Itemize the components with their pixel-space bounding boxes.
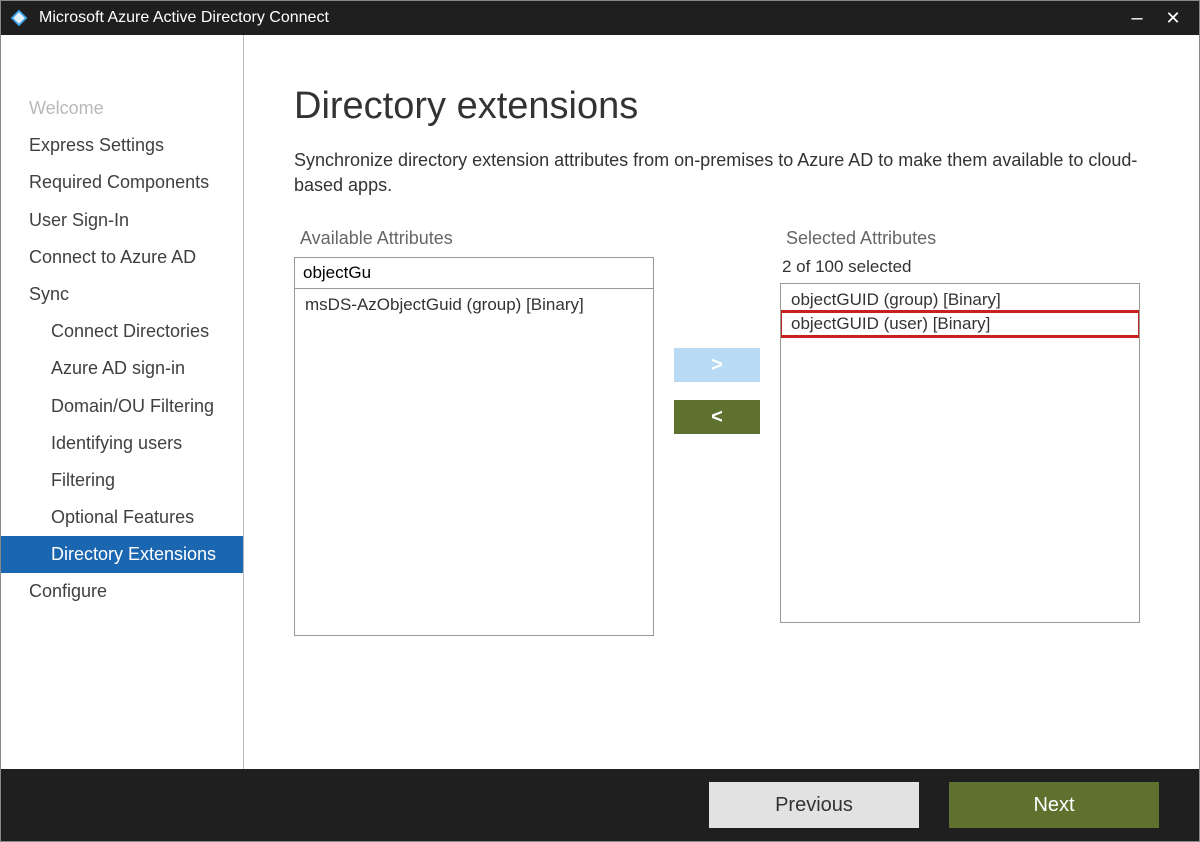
window-title: Microsoft Azure Active Directory Connect [39, 9, 329, 27]
nav-filtering[interactable]: Filtering [1, 462, 243, 499]
nav-welcome[interactable]: Welcome [1, 90, 243, 127]
nav-express-settings[interactable]: Express Settings [1, 127, 243, 164]
nav-configure[interactable]: Configure [1, 573, 243, 610]
attribute-columns: Available Attributes msDS-AzObjectGuid (… [294, 228, 1144, 636]
nav-azure-ad-sign-in[interactable]: Azure AD sign-in [1, 350, 243, 387]
previous-button[interactable]: Previous [709, 782, 919, 828]
next-button[interactable]: Next [949, 782, 1159, 828]
azure-icon [9, 8, 29, 28]
available-column: Available Attributes msDS-AzObjectGuid (… [294, 228, 654, 636]
selected-label: Selected Attributes [780, 228, 1140, 249]
selected-column: Selected Attributes 2 of 100 selected ob… [780, 228, 1140, 623]
close-button[interactable]: ✕ [1155, 1, 1191, 35]
available-item[interactable]: msDS-AzObjectGuid (group) [Binary] [295, 293, 653, 317]
nav-required-components[interactable]: Required Components [1, 164, 243, 201]
add-button[interactable]: > [674, 348, 760, 382]
selected-item[interactable]: objectGUID (group) [Binary] [781, 288, 1139, 312]
nav-domain-ou-filtering[interactable]: Domain/OU Filtering [1, 388, 243, 425]
minimize-button[interactable]: – [1119, 1, 1155, 35]
selected-count: 2 of 100 selected [780, 257, 1140, 277]
sidebar: Welcome Express Settings Required Compon… [1, 35, 244, 769]
nav-optional-features[interactable]: Optional Features [1, 499, 243, 536]
available-listbox[interactable]: msDS-AzObjectGuid (group) [Binary] [294, 288, 654, 636]
nav-connect-directories[interactable]: Connect Directories [1, 313, 243, 350]
transfer-buttons: > < [654, 348, 780, 434]
body: Welcome Express Settings Required Compon… [1, 35, 1199, 769]
nav-connect-azure-ad[interactable]: Connect to Azure AD [1, 239, 243, 276]
available-filter-input[interactable] [294, 257, 654, 289]
selected-listbox[interactable]: objectGUID (group) [Binary] objectGUID (… [780, 283, 1140, 623]
main-content: Directory extensions Synchronize directo… [244, 35, 1199, 769]
footer: Previous Next [1, 769, 1199, 841]
titlebar: Microsoft Azure Active Directory Connect… [1, 1, 1199, 35]
nav-directory-extensions[interactable]: Directory Extensions [1, 536, 243, 573]
remove-button[interactable]: < [674, 400, 760, 434]
app-window: Microsoft Azure Active Directory Connect… [0, 0, 1200, 842]
nav-user-sign-in[interactable]: User Sign-In [1, 202, 243, 239]
page-description: Synchronize directory extension attribut… [294, 148, 1144, 198]
available-label: Available Attributes [294, 228, 654, 249]
selected-item-highlighted[interactable]: objectGUID (user) [Binary] [781, 312, 1139, 336]
nav-sync[interactable]: Sync [1, 276, 243, 313]
nav-identifying-users[interactable]: Identifying users [1, 425, 243, 462]
page-title: Directory extensions [294, 85, 1144, 128]
